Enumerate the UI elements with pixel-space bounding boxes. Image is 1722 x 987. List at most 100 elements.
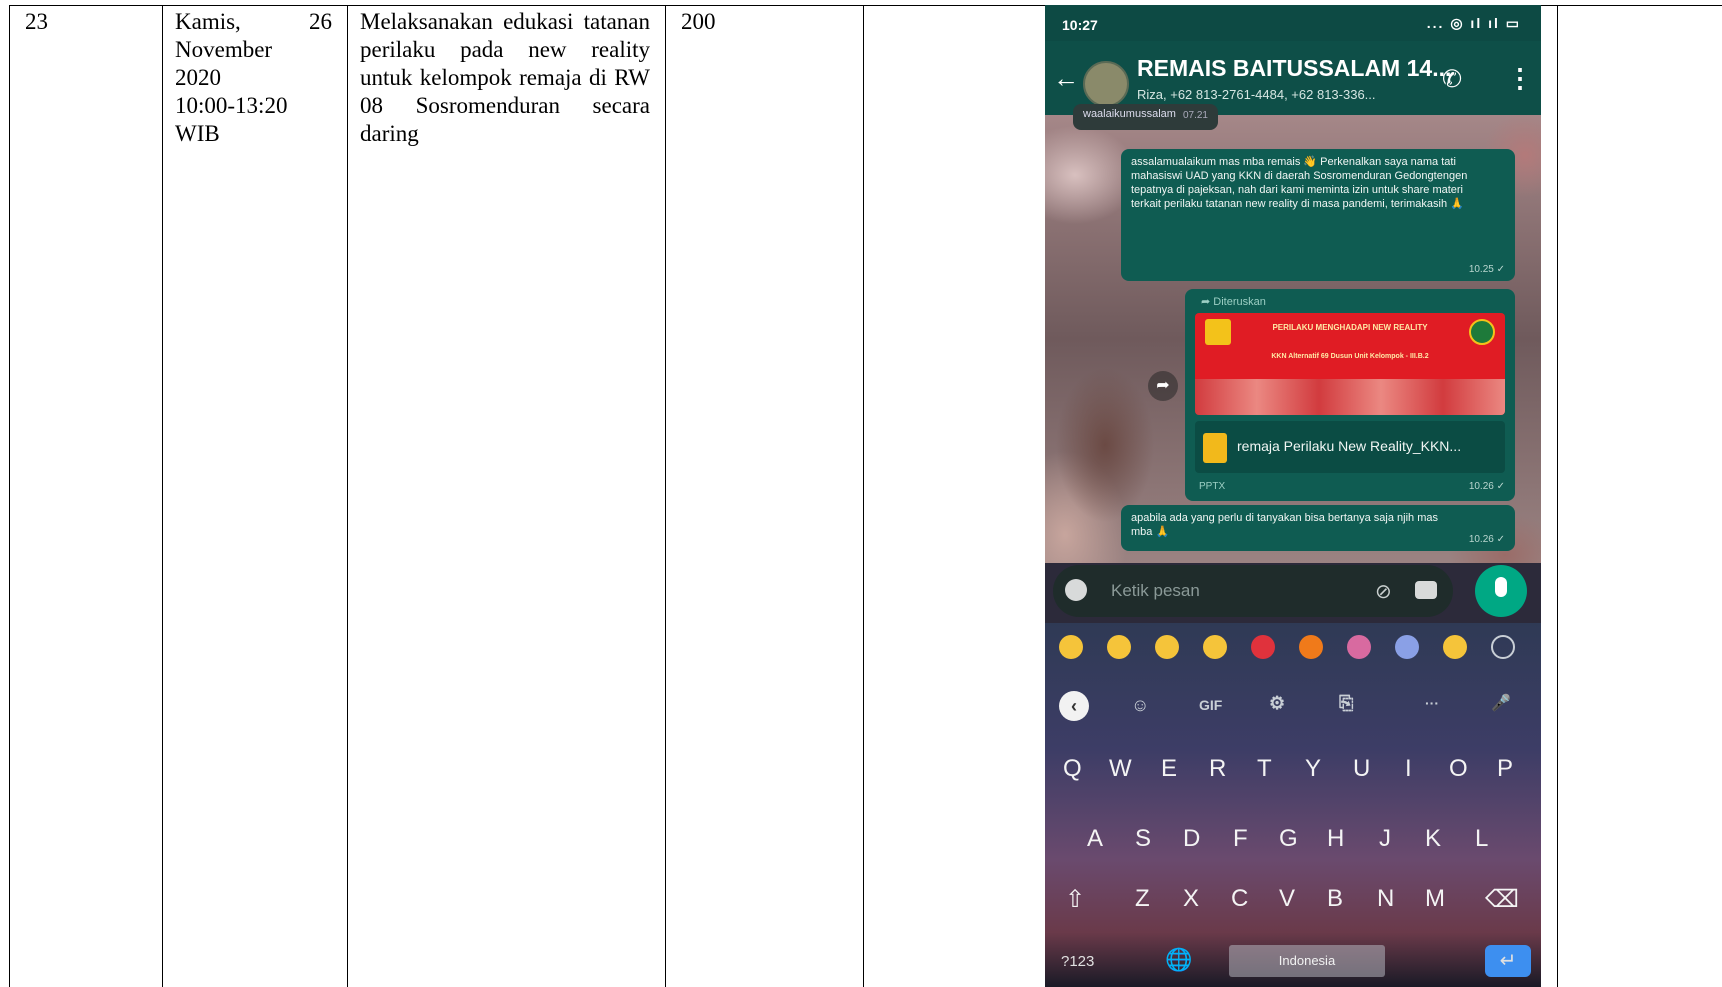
message-bubble[interactable]: assalamualaikum mas mba remais 👋 Perkena… (1121, 149, 1515, 281)
banner-subtitle: KKN Alternatif 69 Dusun Unit Kelompok - … (1271, 353, 1429, 360)
more-options-icon[interactable]: ⋮ (1507, 63, 1533, 94)
key-j[interactable]: J (1379, 825, 1391, 853)
emoji-cry-icon[interactable] (1203, 635, 1227, 659)
cell-row-number: 23 (25, 9, 48, 34)
globe-icon[interactable]: 🌐 (1165, 947, 1192, 973)
slides-file-icon (1203, 433, 1227, 463)
key-p[interactable]: P (1497, 755, 1513, 783)
mic-button[interactable] (1475, 565, 1527, 617)
key-e[interactable]: E (1161, 755, 1177, 783)
key-c[interactable]: C (1231, 885, 1248, 913)
key-h[interactable]: H (1327, 825, 1344, 853)
settings-icon[interactable]: ⚙ (1269, 693, 1285, 714)
key-v[interactable]: V (1279, 885, 1295, 913)
key-r[interactable]: R (1209, 755, 1226, 783)
key-t[interactable]: T (1257, 755, 1272, 783)
emoji-icon[interactable] (1065, 579, 1087, 601)
uad-logo-icon (1469, 319, 1495, 345)
backspace-icon[interactable]: ⌫ (1485, 885, 1519, 914)
cell-activity: Melaksanakan edukasi tatanan perilaku pa… (360, 9, 650, 146)
emoji-thumbs-up-icon[interactable] (1443, 635, 1467, 659)
status-bar: 10:27 ... ◎ ıl ıl ▭ (1045, 5, 1541, 41)
message-bubble-2[interactable]: apabila ada yang perlu di tanyakan bisa … (1121, 505, 1515, 551)
file-message-time: 10.26 ✓ (1468, 481, 1505, 492)
key-s[interactable]: S (1135, 825, 1151, 853)
group-avatar[interactable] (1083, 61, 1129, 107)
enter-key-icon[interactable]: ↵ (1485, 945, 1531, 977)
keyboard-toolbar: ‹ ☺ GIF ⚙ ⎘ ··· 🎤 (1045, 687, 1541, 723)
emoji-fire-icon[interactable] (1299, 635, 1323, 659)
key-a[interactable]: A (1087, 825, 1103, 853)
file-attachment[interactable]: remaja Perilaku New Reality_KKN... (1195, 421, 1505, 473)
camera-icon[interactable] (1415, 581, 1437, 599)
key-u[interactable]: U (1353, 755, 1370, 783)
message-text: assalamualaikum mas mba remais 👋 Perkena… (1131, 156, 1468, 210)
more-tools-icon[interactable]: ··· (1425, 695, 1439, 711)
whatsapp-screenshot: 10:27 ... ◎ ıl ıl ▭ ← REMAIS BAITUSSALAM… (1045, 5, 1541, 987)
document-preview-banner[interactable]: PERILAKU MENGHADAPI NEW REALITY KKN Alte… (1195, 313, 1505, 415)
forwarded-file-message[interactable]: ➦ Diteruskan PERILAKU MENGHADAPI NEW REA… (1185, 289, 1515, 501)
key-x[interactable]: X (1183, 885, 1199, 913)
forward-share-icon[interactable]: ➦ (1148, 371, 1178, 401)
date-year: 2020 (175, 65, 221, 90)
emoji-heart-icon[interactable] (1251, 635, 1275, 659)
emoji-smile-icon[interactable] (1107, 635, 1131, 659)
status-time: 10:27 (1062, 17, 1098, 33)
file-type: PPTX (1199, 481, 1226, 492)
emoji-party-icon[interactable] (1347, 635, 1371, 659)
shift-key-icon[interactable]: ⇧ (1065, 885, 1085, 914)
voice-input-icon[interactable]: 🎤 (1491, 693, 1511, 713)
emoji-pray-icon[interactable] (1395, 635, 1419, 659)
key-z[interactable]: Z (1135, 885, 1150, 913)
emoji-laugh-icon[interactable] (1059, 635, 1083, 659)
key-k[interactable]: K (1425, 825, 1441, 853)
date-day-number: 26 (309, 9, 332, 34)
key-q[interactable]: Q (1063, 755, 1082, 783)
date-zone: WIB (175, 121, 220, 146)
column-divider-1 (162, 5, 163, 987)
key-f[interactable]: F (1233, 825, 1248, 853)
emoji-more-icon[interactable] (1491, 635, 1515, 659)
key-n[interactable]: N (1377, 885, 1394, 913)
mic-icon (1495, 577, 1507, 597)
key-l[interactable]: L (1475, 825, 1488, 853)
sticker-icon[interactable]: ☺ (1131, 695, 1149, 716)
key-m[interactable]: M (1425, 885, 1445, 913)
key-w[interactable]: W (1109, 755, 1132, 783)
add-call-icon[interactable]: ✆ (1442, 65, 1462, 94)
emoji-suggestion-row (1045, 635, 1541, 665)
banner-people-image (1195, 379, 1505, 415)
toolbar-back-icon[interactable]: ‹ (1059, 691, 1089, 721)
previous-message-time: 07.21 (1182, 110, 1208, 121)
previous-message[interactable]: waalaikumussalam 07.21 (1073, 104, 1218, 130)
date-month: November (175, 37, 273, 62)
column-divider-4 (863, 5, 864, 987)
message-2-text: apabila ada yang perlu di tanyakan bisa … (1131, 512, 1438, 538)
message-input[interactable]: Ketik pesan (1111, 581, 1200, 601)
translate-icon[interactable]: ⎘ (1339, 693, 1353, 714)
message-time: 10.25 ✓ (1468, 264, 1505, 275)
key-d[interactable]: D (1183, 825, 1200, 853)
key-b[interactable]: B (1327, 885, 1343, 913)
key-g[interactable]: G (1279, 825, 1298, 853)
key-y[interactable]: Y (1305, 755, 1321, 783)
column-divider-5 (1557, 5, 1558, 987)
keyboard-bottom-row: ?123 🌐 Indonesia ↵ (1045, 941, 1541, 981)
kkn-logo-icon (1205, 319, 1231, 345)
chat-participants: Riza, +62 813-2761-4484, +62 813-336... (1137, 87, 1376, 102)
date-time: 10:00-13:20 (175, 93, 288, 118)
chat-title[interactable]: REMAIS BAITUSSALAM 14... (1137, 55, 1451, 82)
status-icons: ... ◎ ıl ıl ▭ (1426, 15, 1521, 31)
emoji-cool-icon[interactable] (1155, 635, 1179, 659)
cell-participants: 200 (681, 9, 716, 34)
numbers-key[interactable]: ?123 (1061, 953, 1094, 970)
message-2-time: 10.26 ✓ (1468, 534, 1505, 545)
space-bar[interactable]: Indonesia (1229, 945, 1385, 977)
gif-button[interactable]: GIF (1199, 697, 1222, 713)
message-input-bar[interactable]: Ketik pesan ⊘ (1053, 565, 1453, 617)
date-day: Kamis, (175, 9, 241, 34)
key-o[interactable]: O (1449, 755, 1468, 783)
back-arrow-icon[interactable]: ← (1053, 63, 1079, 94)
attach-icon[interactable]: ⊘ (1375, 579, 1392, 604)
key-i[interactable]: I (1405, 755, 1412, 783)
